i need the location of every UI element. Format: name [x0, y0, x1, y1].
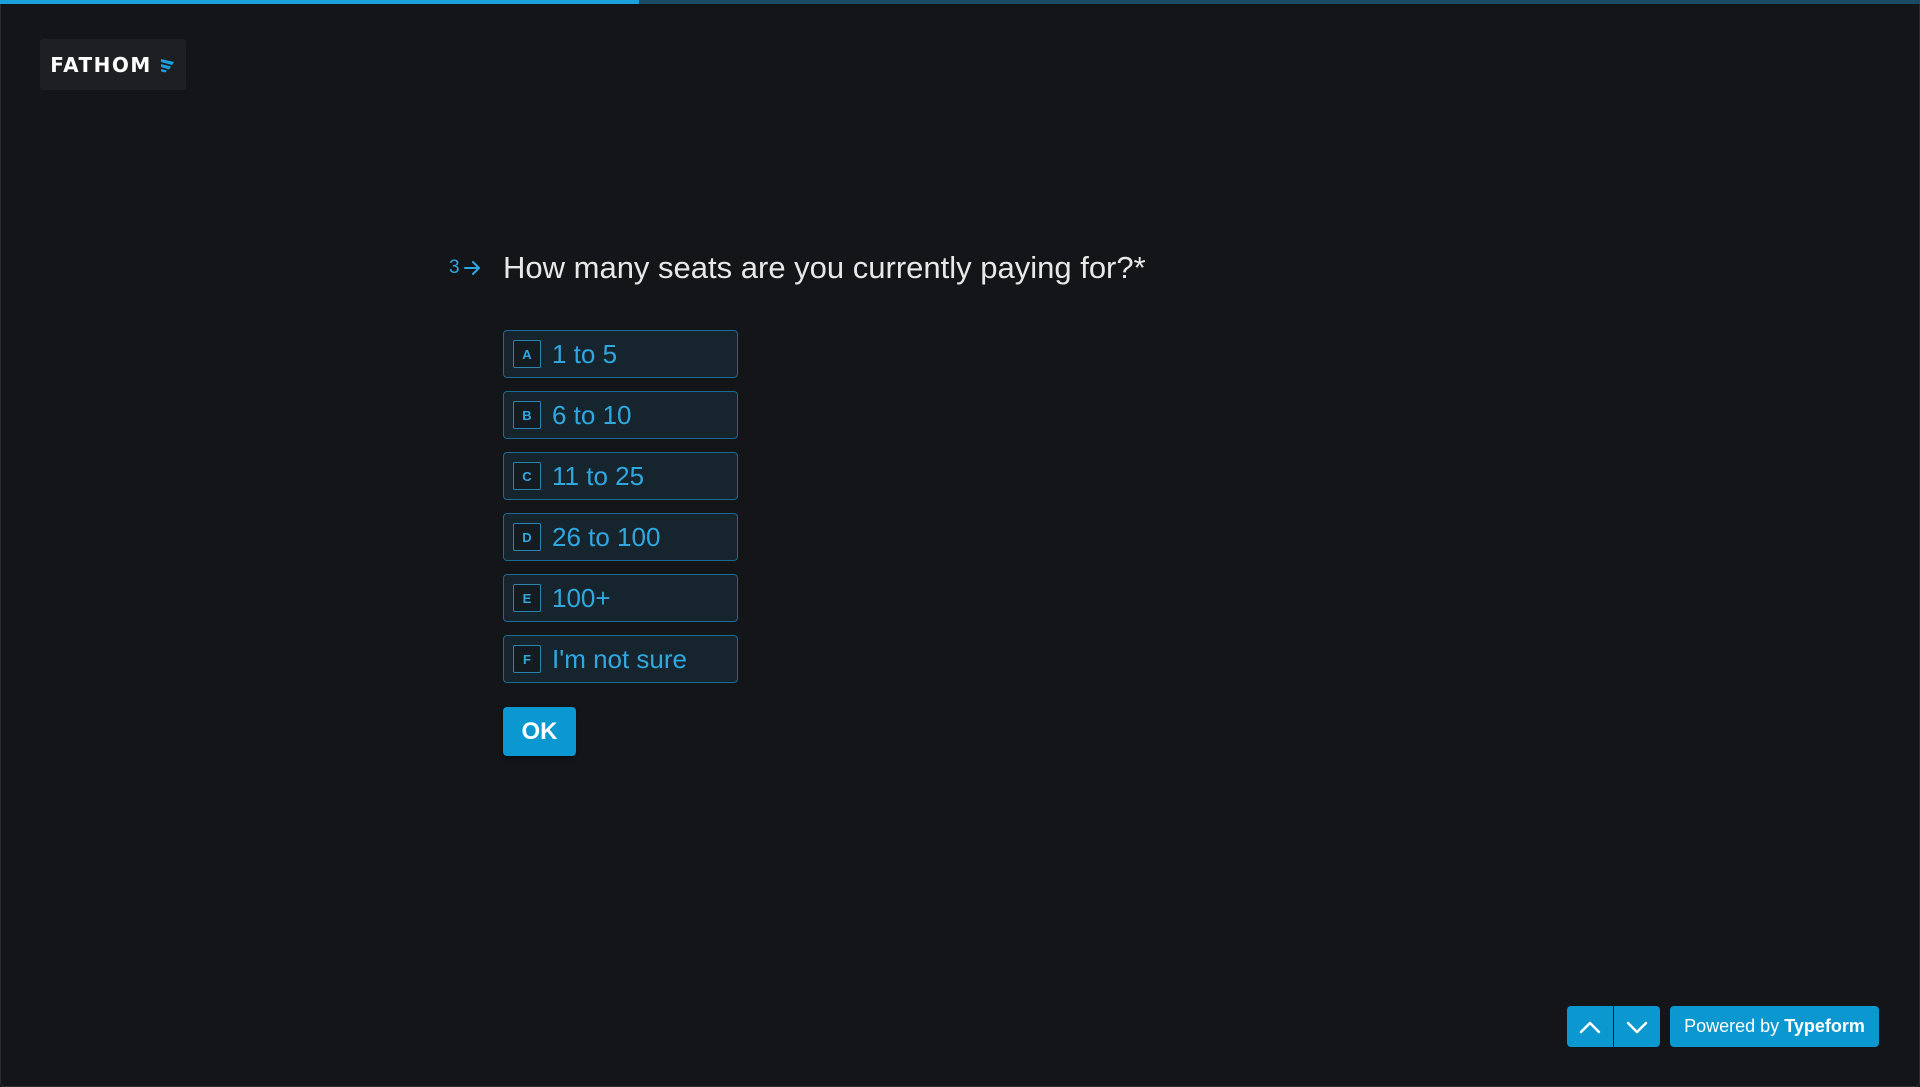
progress-bar-fill	[0, 0, 640, 4]
choice-key: A	[513, 340, 541, 368]
choice-key: C	[513, 462, 541, 490]
choice-key: E	[513, 584, 541, 612]
choice-label: 11 to 25	[552, 460, 645, 491]
question-heading: 3 How many seats are you currently payin…	[449, 244, 1146, 292]
choice-key: F	[513, 645, 541, 673]
logo-text: FATHOM	[50, 52, 152, 77]
choice-option-c[interactable]: C 11 to 25	[503, 452, 738, 500]
chevron-up-icon	[1579, 1021, 1601, 1033]
choice-label: 1 to 5	[552, 338, 618, 369]
next-question-button[interactable]	[1614, 1006, 1660, 1047]
fathom-logo-mark-icon	[160, 58, 174, 72]
choice-label: I'm not sure	[552, 643, 688, 674]
choice-label: 100+	[552, 582, 611, 613]
choice-label: 26 to 100	[552, 521, 661, 552]
chevron-down-icon	[1626, 1021, 1648, 1033]
arrow-right-icon	[463, 261, 480, 275]
ok-button[interactable]: OK	[503, 707, 576, 756]
choice-option-a[interactable]: A 1 to 5	[503, 330, 738, 378]
app-frame	[0, 0, 1920, 1087]
choice-option-f[interactable]: F I'm not sure	[503, 635, 738, 683]
question-number-text: 3	[449, 257, 460, 278]
navigation-controls	[1567, 1006, 1660, 1047]
question-number: 3	[449, 257, 503, 279]
choice-list: A 1 to 5 B 6 to 10 C 11 to 25 D 26 to 10…	[503, 330, 738, 696]
choice-key: B	[513, 401, 541, 429]
choice-option-d[interactable]: D 26 to 100	[503, 513, 738, 561]
question-text: How many seats are you currently paying …	[503, 250, 1146, 285]
fathom-logo: FATHOM	[40, 39, 186, 90]
previous-question-button[interactable]	[1567, 1006, 1613, 1047]
choice-option-b[interactable]: B 6 to 10	[503, 391, 738, 439]
powered-by-brand: Typeform	[1784, 1016, 1865, 1036]
progress-bar	[0, 0, 1920, 4]
powered-by-typeform-link[interactable]: Powered by Typeform	[1670, 1006, 1879, 1047]
choice-label: 6 to 10	[552, 399, 632, 430]
powered-by-prefix: Powered by	[1684, 1016, 1780, 1036]
choice-key: D	[513, 523, 541, 551]
choice-option-e[interactable]: E 100+	[503, 574, 738, 622]
